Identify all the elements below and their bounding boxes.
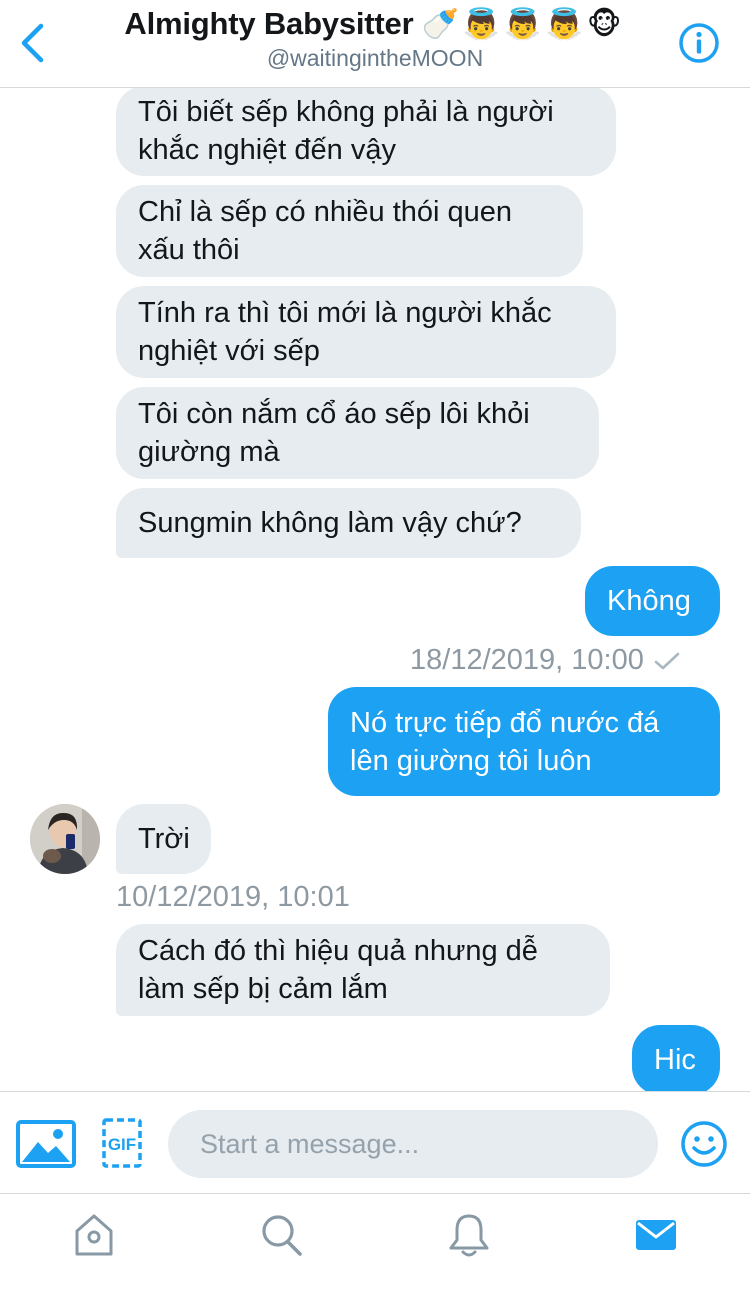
timestamp-text: 10/12/2019, 10:01 — [116, 881, 350, 913]
message-timestamp: 18/12/2019, 10:00 — [410, 644, 680, 677]
tab-search[interactable] — [260, 1212, 304, 1258]
mail-icon — [636, 1220, 676, 1250]
message-timestamp: 10/12/2019, 10:01 — [116, 881, 350, 914]
message-bubble-incoming[interactable]: Chỉ là sếp có nhiều thói quen xấu thôi — [116, 185, 583, 277]
message-composer: GIF — [0, 1091, 750, 1193]
gif-label: GIF — [108, 1135, 136, 1154]
message-text: Tôi biết sếp không phải là người khắc ng… — [138, 96, 554, 166]
message-text: Tính ra thì tôi mới là người khắc nghiệt… — [138, 297, 552, 367]
message-text: Nó trực tiếp đổ nước đá lên giường tôi l… — [350, 706, 660, 777]
message-bubble-incoming[interactable]: Tính ra thì tôi mới là người khắc nghiệt… — [116, 286, 616, 378]
message-text: Cách đó thì hiệu quả nhưng dễ làm sếp bị… — [138, 935, 538, 1005]
info-button[interactable] — [678, 22, 720, 64]
message-text: Tôi còn nắm cổ áo sếp lôi khỏi giường mà — [138, 398, 530, 468]
message-text: Sungmin không làm vậy chứ? — [138, 507, 522, 539]
message-bubble-incoming[interactable]: Tôi còn nắm cổ áo sếp lôi khỏi giường mà — [116, 387, 599, 479]
search-icon — [262, 1215, 302, 1256]
gif-icon: GIF — [102, 1118, 142, 1168]
conversation-title-block[interactable]: Almighty Babysitter 🍼👼👼👼🐵 @waitingintheM… — [80, 6, 670, 72]
timestamp-text: 18/12/2019, 10:00 — [410, 644, 644, 676]
back-button[interactable] — [12, 18, 52, 68]
message-bubble-incoming[interactable]: Sungmin không làm vậy chứ? — [116, 488, 581, 558]
message-bubble-incoming[interactable]: Trời — [116, 804, 211, 874]
conversation-handle: @waitingintheMOON — [266, 45, 484, 71]
sent-check-icon — [654, 652, 680, 669]
message-text: Không — [607, 585, 691, 617]
message-thread[interactable]: Tôi biết sếp không phải là người khắc ng… — [0, 88, 750, 1091]
message-bubble-incoming[interactable]: Tôi biết sếp không phải là người khắc ng… — [116, 88, 616, 176]
chevron-left-icon — [21, 23, 44, 63]
conversation-title: Almighty Babysitter — [124, 6, 414, 41]
message-text: Hic — [654, 1044, 696, 1076]
bottom-tab-bar — [0, 1193, 750, 1293]
tab-notifications[interactable] — [447, 1212, 491, 1258]
message-bubble-incoming[interactable]: Cách đó thì hiệu quả nhưng dễ làm sếp bị… — [116, 924, 610, 1016]
smiley-icon — [681, 1121, 727, 1167]
info-icon — [679, 23, 719, 63]
add-gif-button[interactable]: GIF — [102, 1118, 142, 1168]
image-icon — [16, 1120, 76, 1168]
message-text: Chỉ là sếp có nhiều thói quen xấu thôi — [138, 196, 513, 266]
conversation-header: Almighty Babysitter 🍼👼👼👼🐵 @waitingintheM… — [0, 0, 750, 88]
avatar-photo — [30, 804, 100, 874]
tab-messages[interactable] — [634, 1212, 678, 1258]
message-bubble-outgoing[interactable]: Nó trực tiếp đổ nước đá lên giường tôi l… — [328, 687, 720, 796]
bell-icon — [449, 1214, 489, 1257]
message-bubble-outgoing[interactable]: Hic — [632, 1025, 720, 1091]
title-emojis: 🍼👼👼👼🐵 — [421, 7, 626, 41]
emoji-button[interactable] — [680, 1120, 728, 1168]
message-text: Trời — [138, 823, 190, 855]
message-bubble-outgoing[interactable]: Không — [585, 566, 720, 636]
home-icon — [75, 1214, 113, 1256]
message-input[interactable] — [168, 1110, 658, 1178]
add-photo-button[interactable] — [16, 1120, 76, 1168]
avatar[interactable] — [30, 804, 100, 874]
tab-home[interactable] — [72, 1212, 116, 1258]
